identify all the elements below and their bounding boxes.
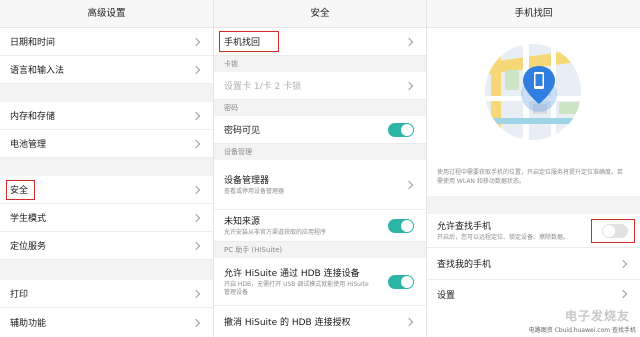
allow-hdb-toggle[interactable] [388, 274, 414, 289]
menu-item-text: 设备管理器 查看或停用设备管理器 [224, 173, 284, 196]
screenshot-composite: 高级设置 日期和时间 语言和输入法 内存和存储 电池管理 安全 学生模式 定位服… [0, 0, 640, 337]
chevron-right-icon [191, 241, 201, 250]
section-header-sim-lock: 卡锁 [214, 56, 426, 72]
toggle-knob [401, 123, 413, 136]
find-phone-panel: 手机找回 使用过程中需要获取手机的位置，开启定位服务将提升定位准确度。若需使用 … [426, 0, 640, 337]
find-phone-description: 使用过程中需要获取手机的位置，开启定位服务将提升定位准确度。若需使用 WLAN … [437, 169, 624, 185]
menu-item-revoke-hdb[interactable]: 撤消 HiSuite 的 HDB 连接授权 [214, 306, 426, 337]
panel-title: 安全 [214, 0, 426, 28]
section-header-password: 密码 [214, 100, 426, 116]
menu-item-label: 内存和存储 [10, 112, 56, 122]
menu-item-device-manager[interactable]: 设备管理器 查看或停用设备管理器 [214, 160, 426, 210]
section-gap [0, 158, 213, 176]
chevron-right-icon [191, 213, 201, 222]
menu-item-label: 学生模式 [10, 214, 47, 224]
chevron-right-icon [191, 37, 201, 46]
location-map-illustration [485, 44, 581, 140]
menu-item-password-visible: 密码可见 [214, 116, 426, 144]
section-gap [0, 84, 213, 102]
highlight-box [6, 180, 35, 200]
menu-item-label: 辅助功能 [10, 319, 47, 329]
chevron-right-icon [191, 65, 201, 74]
security-panel: 安全 手机找回 卡锁 设置卡 1/卡 2 卡锁 密码 密码可见 设备管理 设备管… [213, 0, 426, 337]
menu-item-date-time[interactable]: 日期和时间 [0, 28, 213, 56]
menu-item-text: 未知来源 允许安装从非官方渠道获取的应用程序 [224, 214, 326, 237]
menu-item-memory-storage[interactable]: 内存和存储 [0, 102, 213, 130]
menu-item-label: 语言和输入法 [10, 66, 65, 76]
advanced-settings-panel: 高级设置 日期和时间 语言和输入法 内存和存储 电池管理 安全 学生模式 定位服… [0, 0, 213, 337]
chevron-right-icon [191, 139, 201, 148]
menu-item-label: 查找我的手机 [437, 260, 492, 270]
toggle-knob [401, 275, 413, 288]
menu-item-battery[interactable]: 电池管理 [0, 130, 213, 158]
menu-item-subtitle: 开启后，您可以远程定位、锁定设备、擦除数据。 [437, 234, 570, 241]
menu-item-sim-lock[interactable]: 设置卡 1/卡 2 卡锁 [214, 72, 426, 100]
menu-item-find-my-phone[interactable]: 查找我的手机 [427, 248, 640, 280]
section-gap [0, 260, 213, 280]
menu-item-accessibility[interactable]: 辅助功能 [0, 308, 213, 337]
chevron-right-icon [191, 111, 201, 120]
menu-item-label: 定位服务 [10, 242, 47, 252]
menu-item-location-service[interactable]: 定位服务 [0, 232, 213, 260]
menu-item-label: 设置 [437, 290, 456, 301]
menu-item-label: 电池管理 [10, 140, 47, 150]
menu-item-settings[interactable]: 设置 [427, 280, 640, 308]
chevron-right-icon [404, 317, 414, 326]
menu-item-student-mode[interactable]: 学生模式 [0, 204, 213, 232]
menu-item-label: 日期和时间 [10, 38, 56, 48]
menu-item-print[interactable]: 打印 [0, 280, 213, 308]
menu-item-label: 允许查找手机 [437, 222, 492, 232]
menu-item-label: 设置卡 1/卡 2 卡锁 [224, 82, 302, 92]
menu-item-label: 打印 [10, 290, 29, 300]
menu-item-subtitle: 允许安装从非官方渠道获取的应用程序 [224, 229, 327, 236]
menu-item-label: 密码可见 [224, 126, 261, 136]
menu-item-label: 允许 HiSuite 通过 HDB 连接设备 [224, 269, 360, 279]
watermark-text: 电路图资 Cbuid.huawei.com 查找手机 [528, 327, 636, 334]
menu-item-allow-hdb: 允许 HiSuite 通过 HDB 连接设备 开启 HDB，无需打开 USB 调… [214, 258, 426, 306]
highlight-box [219, 31, 279, 52]
password-visible-toggle[interactable] [388, 122, 414, 137]
section-gap [427, 196, 640, 214]
menu-item-subtitle: 开启 HDB，无需打开 USB 调试模式就能使用 HiSuite 管理设备 [224, 281, 369, 296]
menu-item-label: 设备管理器 [224, 176, 270, 186]
chevron-right-icon [404, 180, 414, 189]
chevron-right-icon [191, 185, 201, 194]
menu-item-label: 未知来源 [224, 217, 261, 227]
panel-title: 手机找回 [427, 0, 640, 28]
site-logo: 电子发烧友 [564, 309, 630, 323]
menu-item-language-input[interactable]: 语言和输入法 [0, 56, 213, 84]
unknown-sources-toggle[interactable] [388, 218, 414, 233]
chevron-right-icon [404, 37, 414, 46]
panel-title: 高级设置 [0, 0, 213, 28]
section-header-device-management: 设备管理 [214, 144, 426, 160]
highlight-box [591, 219, 635, 243]
chevron-right-icon [191, 289, 201, 298]
menu-item-label: 撤消 HiSuite 的 HDB 连接授权 [224, 318, 351, 328]
toggle-knob [401, 219, 413, 232]
menu-item-text: 允许 HiSuite 通过 HDB 连接设备 开启 HDB，无需打开 USB 调… [224, 266, 376, 297]
chevron-right-icon [191, 318, 201, 327]
menu-item-text: 允许查找手机 开启后，您可以远程定位、锁定设备、擦除数据。 [437, 219, 569, 242]
menu-item-unknown-sources: 未知来源 允许安装从非官方渠道获取的应用程序 [214, 210, 426, 242]
chevron-right-icon [618, 289, 628, 299]
chevron-right-icon [404, 81, 414, 90]
chevron-right-icon [618, 259, 628, 268]
menu-item-subtitle: 查看或停用设备管理器 [224, 188, 285, 195]
section-header-pc-assistant: PC 助手 (HiSuite) [214, 242, 426, 258]
